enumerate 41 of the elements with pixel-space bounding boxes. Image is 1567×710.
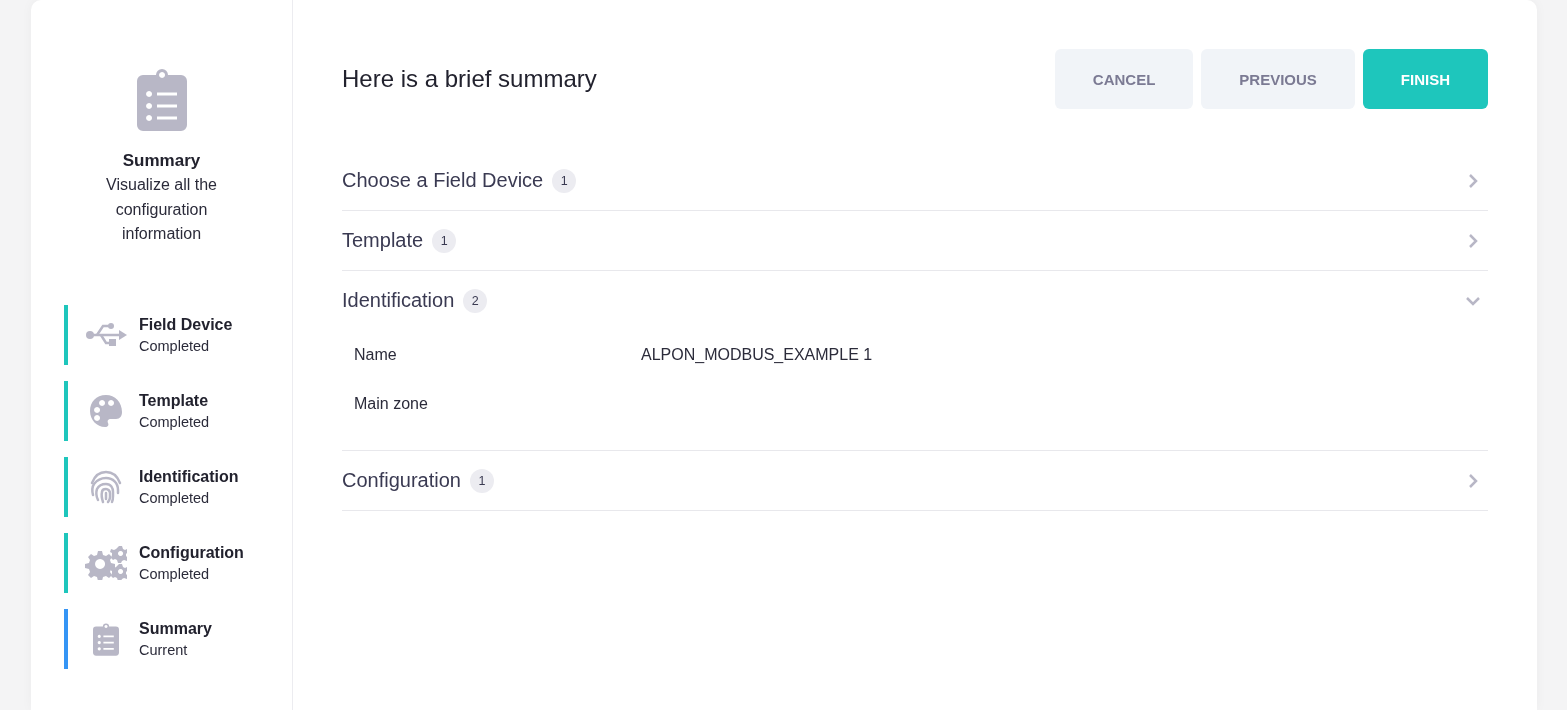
count-badge: 1 [432,228,457,253]
summary-description: Visualize all the configuration information [105,175,218,244]
step-title: Configuration [139,543,244,562]
step-status: Current [139,641,189,658]
step-item[interactable]: Template Completed [64,380,292,441]
usb-icon [85,320,127,349]
step-status: Completed [139,337,211,354]
step-status: Completed [139,565,211,582]
step-title: Identification [139,467,239,486]
step-item[interactable]: Field Device Completed [64,304,292,365]
step-item[interactable]: Configuration Completed [64,532,292,593]
section-header[interactable]: Configuration 1 [342,451,1488,510]
field-value: ALPON_MODBUS_EXAMPLE 1 [641,345,873,364]
section-title: Identification [342,289,455,312]
field-label: Name [354,345,398,364]
fingerprint-icon [88,468,124,505]
secondary-button[interactable]: PREVIOUS [1201,49,1355,109]
section-header[interactable]: Choose a Field Device 1 [342,151,1488,210]
step-title: Field Device [139,315,233,334]
section-title: Configuration [342,469,461,492]
count-badge: 2 [463,288,488,313]
step-item[interactable]: Identification Completed [64,456,292,517]
gears-icon [85,545,127,580]
step-item[interactable]: Summary Current [64,608,292,669]
step-status: Completed [139,413,210,430]
step-title: Template [139,391,210,410]
clipboard-list-icon [93,621,119,656]
summary-title: Summary [122,151,201,171]
count-badge: 1 [552,168,577,193]
count-badge: 1 [469,468,494,493]
palette-icon [88,392,124,429]
step-title: Summary [139,619,212,638]
secondary-button[interactable]: CANCEL [1054,49,1194,109]
section-header[interactable]: Identification 2 [342,271,1488,330]
page-title: Here is a brief summary [342,65,597,93]
field-label: Main zone [354,394,429,413]
step-status: Completed [139,489,211,506]
section-title: Choose a Field Device [342,169,544,192]
section-header[interactable]: Template 1 [342,211,1488,270]
section-title: Template [342,229,424,252]
clipboard-list-icon [136,67,187,131]
